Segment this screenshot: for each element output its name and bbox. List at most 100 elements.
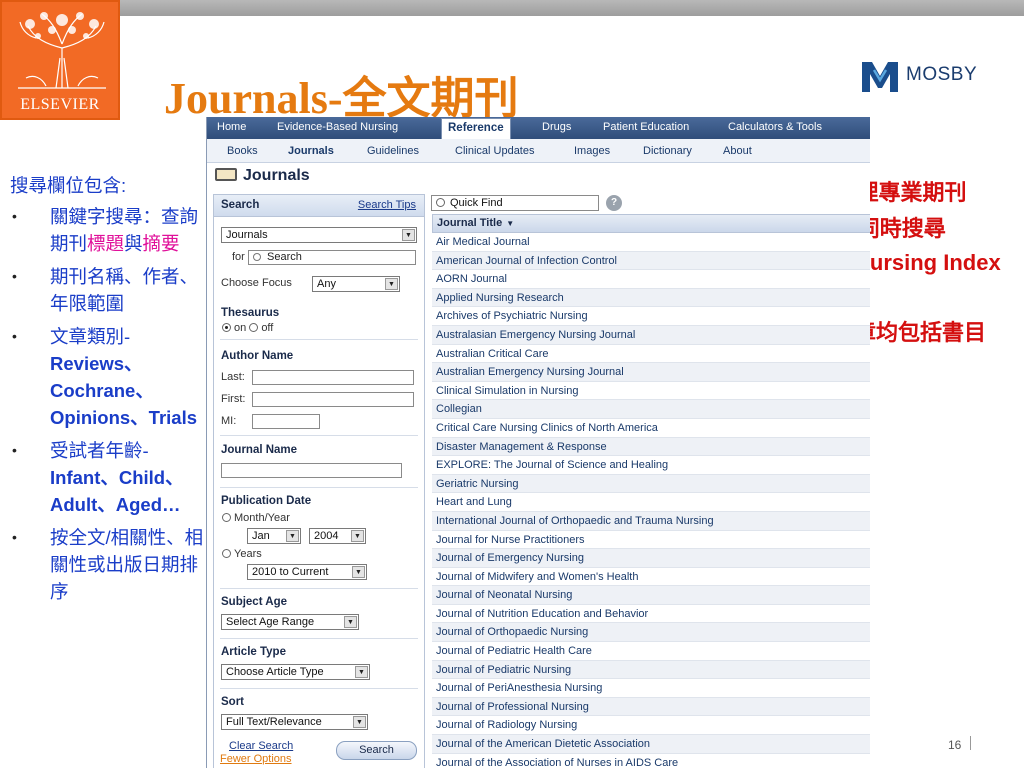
nav-evidence-based-nursing[interactable]: Evidence-Based Nursing bbox=[277, 121, 398, 133]
journal-row[interactable]: Journal of PeriAnesthesia Nursing bbox=[432, 679, 870, 698]
journal-row[interactable]: Australian Emergency Nursing Journal bbox=[432, 363, 870, 382]
journal-row[interactable]: Disaster Management & Response bbox=[432, 437, 870, 457]
journal-row[interactable]: Journal of Orthopaedic Nursing bbox=[432, 623, 870, 643]
book-icon bbox=[215, 168, 237, 181]
quick-find-input[interactable]: Quick Find bbox=[431, 195, 599, 211]
first-name-field[interactable] bbox=[252, 392, 414, 407]
journal-row[interactable]: Journal of Pediatric Nursing bbox=[432, 660, 870, 680]
nav-drugs[interactable]: Drugs bbox=[542, 121, 571, 133]
left-note-item: • 文章類別- Reviews、Cochrane、Opinions、Trials bbox=[10, 323, 210, 431]
left-note-bold: Reviews、Cochrane、Opinions、Trials bbox=[50, 353, 197, 428]
bullet-dot-icon: • bbox=[12, 268, 17, 284]
subject-age-value: Select Age Range bbox=[226, 616, 315, 628]
month-year-radio[interactable] bbox=[222, 513, 231, 522]
mosby-logo: MOSBY bbox=[858, 56, 988, 96]
for-label: for bbox=[232, 251, 245, 263]
journal-row[interactable]: Journal of Nutrition Education and Behav… bbox=[432, 605, 870, 624]
tab-dictionary[interactable]: Dictionary bbox=[643, 145, 692, 157]
search-button[interactable]: Search bbox=[336, 741, 417, 760]
journal-row[interactable]: Journal of Neonatal Nursing bbox=[432, 586, 870, 605]
subject-age-select[interactable]: Select Age Range ▼ bbox=[221, 614, 359, 630]
subject-age-heading: Subject Age bbox=[221, 596, 288, 608]
help-icon[interactable]: ? bbox=[606, 195, 622, 211]
scope-select[interactable]: Journals ▼ bbox=[221, 227, 417, 243]
journal-row[interactable]: Heart and Lung bbox=[432, 493, 870, 512]
journal-row[interactable]: Critical Care Nursing Clinics of North A… bbox=[432, 419, 870, 438]
journal-row[interactable]: Archives of Psychiatric Nursing bbox=[432, 307, 870, 326]
nav-calculators-tools[interactable]: Calculators & Tools bbox=[728, 121, 822, 133]
middle-initial-label: MI: bbox=[221, 415, 237, 427]
journal-row[interactable]: Journal of Pediatric Health Care bbox=[432, 642, 870, 661]
chevron-down-icon: ▼ bbox=[286, 530, 299, 542]
journal-title-header-label: Journal Title bbox=[437, 217, 503, 229]
left-notes-lead: 搜尋欄位包含: bbox=[10, 175, 127, 196]
journal-title-column-header[interactable]: Journal Title ▼ bbox=[432, 214, 870, 233]
mosby-m-icon bbox=[862, 62, 898, 92]
journal-row[interactable]: Journal of Midwifery and Women's Health bbox=[432, 568, 870, 587]
search-input[interactable]: Search bbox=[248, 250, 416, 265]
journal-row[interactable]: Geriatric Nursing bbox=[432, 474, 870, 494]
top-band-gradient bbox=[120, 0, 1024, 16]
article-type-select[interactable]: Choose Article Type ▼ bbox=[221, 664, 370, 680]
middle-initial-field[interactable] bbox=[252, 414, 320, 429]
search-panel-title: Search bbox=[221, 199, 260, 211]
journal-row[interactable]: EXPLORE: The Journal of Science and Heal… bbox=[432, 456, 870, 475]
left-note-highlight: 標題 bbox=[87, 233, 125, 254]
quick-find-placeholder: Quick Find bbox=[450, 197, 503, 209]
chevron-down-icon: ▼ bbox=[352, 566, 365, 578]
left-note-item: • 關鍵字搜尋：查詢期刊標題與摘要 bbox=[10, 203, 210, 257]
app-screenshot: Home Evidence-Based Nursing Reference Dr… bbox=[206, 117, 870, 768]
journal-row[interactable]: International Journal of Orthopaedic and… bbox=[432, 511, 870, 531]
journal-row[interactable]: Clinical Simulation in Nursing bbox=[432, 382, 870, 401]
journal-row[interactable]: Applied Nursing Research bbox=[432, 288, 870, 308]
last-name-field[interactable] bbox=[252, 370, 414, 385]
years-label: Years bbox=[234, 548, 262, 560]
journal-row[interactable]: Journal for Nurse Practitioners bbox=[432, 531, 870, 550]
tab-guidelines[interactable]: Guidelines bbox=[367, 145, 419, 157]
journal-row[interactable]: Journal of Radiology Nursing bbox=[432, 716, 870, 736]
nav-home[interactable]: Home bbox=[217, 121, 246, 133]
nav-reference[interactable]: Reference bbox=[441, 118, 511, 139]
search-icon bbox=[253, 253, 261, 261]
search-tips-link[interactable]: Search Tips bbox=[358, 199, 416, 211]
clear-search-link[interactable]: Clear Search bbox=[229, 740, 293, 752]
journal-row[interactable]: Journal of Emergency Nursing bbox=[432, 549, 870, 568]
left-note-text: 與 bbox=[124, 233, 143, 254]
journal-row[interactable]: Australian Critical Care bbox=[432, 345, 870, 364]
focus-label: Choose Focus bbox=[221, 277, 292, 289]
years-radio[interactable] bbox=[222, 549, 231, 558]
thesaurus-on-label: on bbox=[234, 322, 247, 334]
year-select[interactable]: 2004 ▼ bbox=[309, 528, 366, 544]
journal-row[interactable]: Journal of the Association of Nurses in … bbox=[432, 754, 870, 768]
pubdate-heading: Publication Date bbox=[221, 495, 312, 507]
thesaurus-off-label: off bbox=[261, 322, 274, 334]
tab-journals[interactable]: Journals bbox=[288, 145, 334, 157]
month-select[interactable]: Jan ▼ bbox=[247, 528, 301, 544]
page-title-text: Journals bbox=[243, 167, 310, 184]
fewer-options-link[interactable]: Fewer Options bbox=[220, 753, 292, 765]
thesaurus-options: on off bbox=[222, 322, 273, 334]
journal-row[interactable]: American Journal of Infection Control bbox=[432, 251, 870, 271]
focus-select[interactable]: Any ▼ bbox=[312, 276, 400, 292]
elsevier-logo: ELSEVIER bbox=[0, 0, 120, 120]
journal-name-field[interactable] bbox=[221, 463, 402, 478]
journal-name-heading: Journal Name bbox=[221, 444, 298, 456]
nav-patient-education[interactable]: Patient Education bbox=[603, 121, 689, 133]
tab-images[interactable]: Images bbox=[574, 145, 610, 157]
journal-row[interactable]: Air Medical Journal bbox=[432, 233, 870, 252]
page-title: Journals bbox=[215, 167, 310, 185]
sort-select[interactable]: Full Text/Relevance ▼ bbox=[221, 714, 368, 730]
tab-books[interactable]: Books bbox=[227, 145, 258, 157]
journal-row[interactable]: Journal of the American Dietetic Associa… bbox=[432, 735, 870, 754]
tab-about[interactable]: About bbox=[723, 145, 752, 157]
focus-select-value: Any bbox=[317, 278, 336, 290]
thesaurus-on-radio[interactable] bbox=[222, 323, 231, 332]
thesaurus-off-radio[interactable] bbox=[249, 323, 259, 332]
divider bbox=[220, 339, 418, 340]
journal-row[interactable]: Collegian bbox=[432, 400, 870, 419]
journal-row[interactable]: AORN Journal bbox=[432, 270, 870, 289]
journal-row[interactable]: Australasian Emergency Nursing Journal bbox=[432, 325, 870, 345]
journal-row[interactable]: Journal of Professional Nursing bbox=[432, 697, 870, 717]
years-range-select[interactable]: 2010 to Current ▼ bbox=[247, 564, 367, 580]
tab-clinical-updates[interactable]: Clinical Updates bbox=[455, 145, 534, 157]
